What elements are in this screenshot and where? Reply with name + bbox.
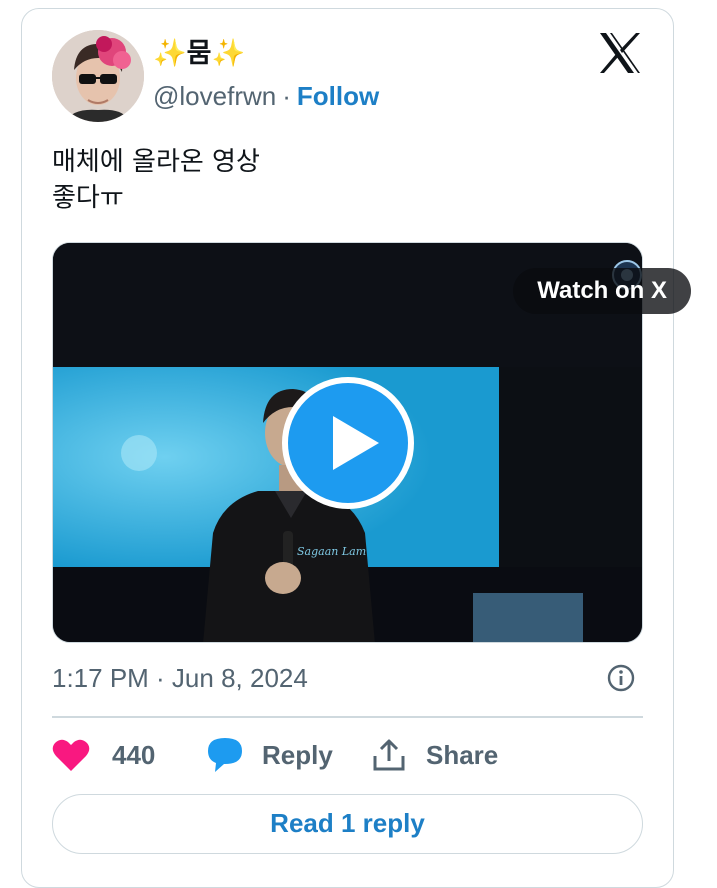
author-handle[interactable]: @lovefrwn xyxy=(153,81,276,111)
author-display-name[interactable]: ✨뭄✨ xyxy=(153,36,245,72)
reply-button[interactable]: Reply xyxy=(206,732,333,778)
screen-logo-text: Sagaan Lam xyxy=(297,545,366,558)
follow-button[interactable]: Follow xyxy=(297,81,379,111)
share-upload-icon xyxy=(373,739,405,771)
speech-bubble-icon xyxy=(208,738,242,772)
tweet-text: 매체에 올라온 영상 좋다ㅠ xyxy=(52,144,260,216)
reply-label: Reply xyxy=(262,739,333,770)
tweet-text-line-2: 좋다ㅠ xyxy=(52,183,124,213)
read-replies-button[interactable]: Read 1 reply xyxy=(52,794,643,854)
separator-dot: · xyxy=(282,81,291,111)
like-count: 440 xyxy=(112,739,156,770)
avatar[interactable] xyxy=(52,30,144,122)
watch-on-x-button[interactable]: Watch on X xyxy=(513,268,691,314)
share-label: Share xyxy=(426,739,499,770)
x-logo-icon[interactable] xyxy=(598,32,642,74)
info-icon[interactable] xyxy=(607,664,635,692)
action-bar: 440 Reply Share xyxy=(52,732,643,778)
avatar-image xyxy=(52,30,144,122)
play-icon[interactable] xyxy=(281,376,415,510)
tweet-timestamp[interactable]: 1:17 PM · Jun 8, 2024 xyxy=(52,660,308,696)
divider xyxy=(52,716,643,718)
like-button[interactable]: 440 xyxy=(52,732,155,778)
share-button[interactable]: Share xyxy=(372,732,498,778)
author-handle-row: @lovefrwn · Follow xyxy=(153,78,379,114)
heart-icon xyxy=(52,739,90,771)
tweet-text-line-1: 매체에 올라온 영상 xyxy=(52,147,260,177)
